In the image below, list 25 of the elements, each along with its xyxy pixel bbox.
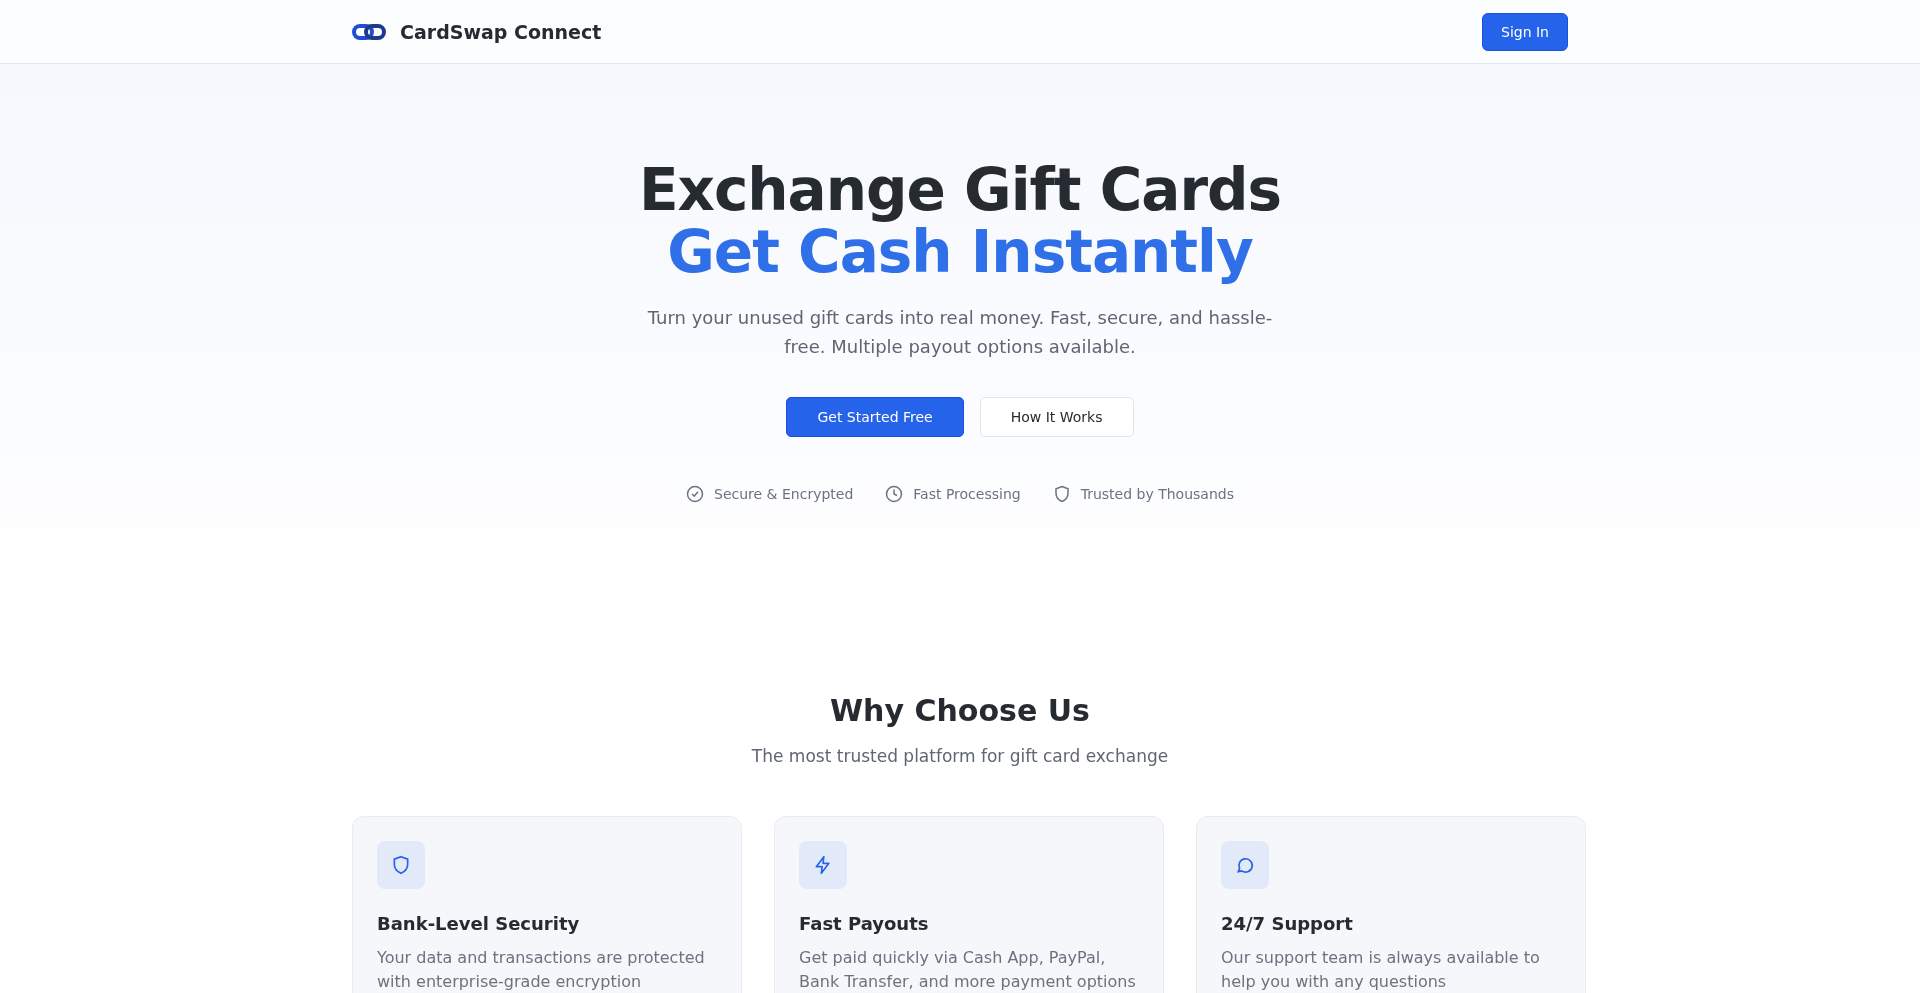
hero-title: Exchange Gift Cards: [638, 159, 1282, 221]
card-text: Our support team is always available to help you with any questions: [1221, 947, 1541, 993]
get-started-button[interactable]: Get Started Free: [786, 397, 964, 437]
badge-label: Trusted by Thousands: [1080, 486, 1234, 502]
section-subtitle: The most trusted platform for gift card exchange: [750, 746, 1170, 766]
clock-icon: [885, 485, 904, 503]
shield-icon: [391, 855, 411, 875]
badge-label: Secure & Encrypted: [714, 486, 854, 502]
card-title: Fast Payouts: [799, 913, 930, 934]
hero-subtitle: Turn your unused gift cards into real money. Fast, secure, and hassle-free. Multiple payout options available.: [646, 306, 1274, 359]
chat-bubble-icon: [1235, 855, 1255, 875]
hero-title-accent: Get Cash Instantly: [667, 221, 1253, 283]
card-title: 24/7 Support: [1221, 913, 1354, 934]
link-logo-icon: [352, 22, 386, 41]
how-it-works-button[interactable]: How It Works: [979, 397, 1134, 437]
card-text: Get paid quickly via Cash App, PayPal, Bank Transfer, and more payment options: [799, 947, 1137, 993]
shield-icon: [1052, 485, 1071, 503]
brand-name[interactable]: CardSwap Connect: [400, 20, 602, 43]
badge-label: Fast Processing: [913, 486, 1021, 502]
section-title: Why Choose Us: [829, 693, 1091, 728]
card-text: Your data and transactions are protected with enterprise-grade encryption: [377, 947, 706, 993]
lightning-icon: [813, 855, 833, 875]
check-circle-icon: [686, 485, 705, 503]
card-title: Bank-Level Security: [377, 913, 581, 934]
sign-in-button[interactable]: Sign In: [1482, 12, 1568, 51]
